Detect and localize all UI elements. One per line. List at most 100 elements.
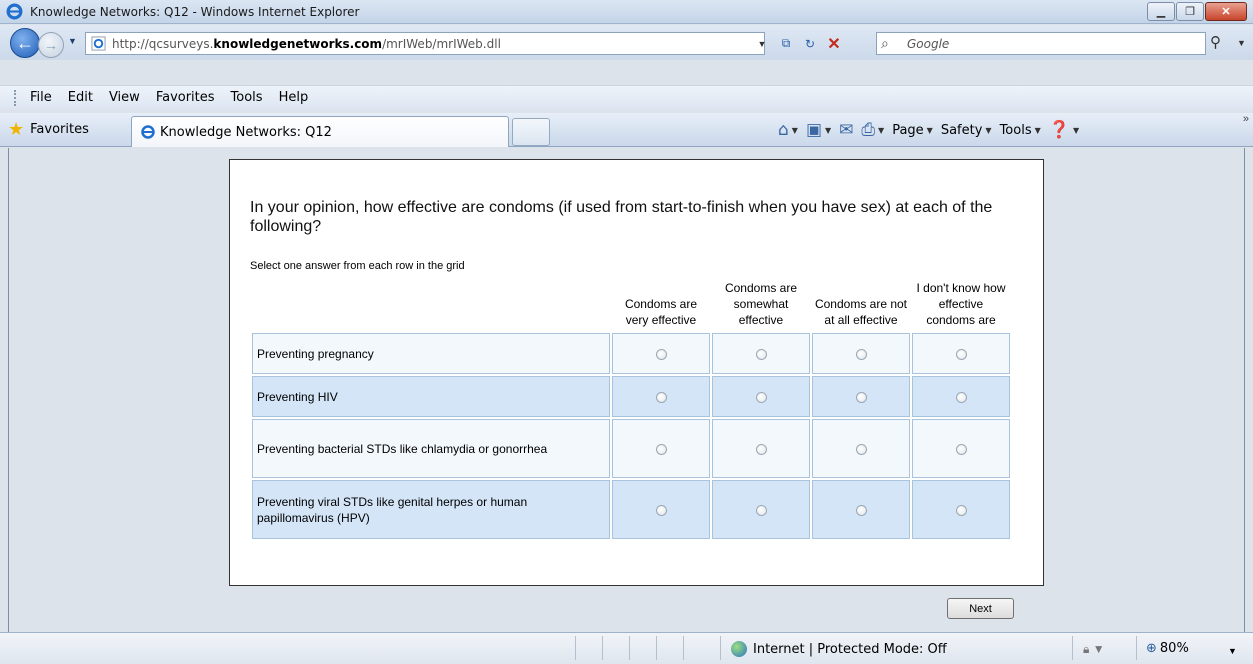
radio-button[interactable]	[855, 348, 867, 360]
radio-button[interactable]	[855, 504, 867, 516]
radio-button[interactable]	[655, 391, 667, 403]
search-placeholder: Google	[907, 37, 950, 51]
menu-tools[interactable]: Tools	[224, 88, 270, 107]
back-button[interactable]: ←	[10, 28, 40, 58]
safety-dropdown-icon: ▼	[985, 125, 992, 135]
window-controls: ▁ ❐ ✕	[1147, 2, 1247, 21]
zoom-control[interactable]: ⊕ 80%	[1146, 641, 1189, 656]
status-divider	[656, 636, 657, 660]
menu-favorites[interactable]: Favorites	[149, 88, 222, 107]
grid-row: Preventing bacterial STDs like chlamydia…	[252, 419, 1010, 478]
minimize-button[interactable]: ▁	[1147, 2, 1175, 21]
restore-button[interactable]: ❐	[1176, 2, 1204, 21]
grid-cell[interactable]	[712, 333, 810, 374]
forward-button[interactable]: →	[38, 32, 64, 58]
grid-cell[interactable]	[912, 419, 1010, 478]
read-mail-button[interactable]: ✉	[839, 120, 853, 140]
column-header: I don't know how effective condoms are	[916, 281, 1006, 327]
address-dropdown-icon[interactable]: ▼	[752, 34, 772, 54]
help-dropdown-icon: ▼	[1072, 125, 1080, 135]
recent-pages-dropdown[interactable]: ▼	[68, 36, 77, 46]
menu-help[interactable]: Help	[272, 88, 316, 107]
radio-button[interactable]	[855, 391, 867, 403]
zoom-dropdown-icon[interactable]: ▼	[1228, 646, 1237, 656]
status-divider	[575, 636, 576, 660]
radio-button[interactable]	[655, 348, 667, 360]
column-header: Condoms are very effective	[624, 297, 698, 327]
safety-menu[interactable]: Safety ▼	[941, 123, 992, 138]
grid-cell[interactable]	[612, 333, 710, 374]
minimize-icon: ▁	[1156, 6, 1166, 18]
radio-button[interactable]	[955, 348, 967, 360]
address-field[interactable]: http://qcsurveys.knowledgenetworks.com/m…	[85, 32, 765, 55]
grid-cell[interactable]	[612, 419, 710, 478]
new-tab-button[interactable]	[512, 118, 550, 146]
radio-button[interactable]	[855, 443, 867, 455]
radio-button[interactable]	[655, 443, 667, 455]
refresh-icon[interactable]: ↻	[800, 34, 820, 54]
zoom-magnifier-icon: ⊕	[1146, 641, 1157, 656]
grid-cell[interactable]	[712, 480, 810, 539]
next-button[interactable]: Next	[947, 598, 1014, 619]
question-text: In your opinion, how effective are condo…	[250, 199, 993, 235]
grid-cell[interactable]	[812, 419, 910, 478]
menu-view[interactable]: View	[102, 88, 147, 107]
survey-panel: In your opinion, how effective are condo…	[229, 159, 1044, 586]
tab-bar: ★ Favorites Knowledge Networks: Q12 ⌂ ▼ ▣…	[0, 113, 1253, 147]
radio-button[interactable]	[955, 443, 967, 455]
compatibility-view-icon[interactable]: ⧉	[776, 34, 796, 54]
search-field[interactable]: ⌕ Google	[876, 32, 1206, 55]
column-header: Condoms are somewhat effective	[724, 281, 798, 327]
grid-cell[interactable]	[712, 376, 810, 417]
page-menu[interactable]: Page ▼	[892, 123, 933, 138]
radio-button[interactable]	[755, 348, 767, 360]
stop-icon[interactable]: ✕	[824, 34, 844, 54]
close-icon: ✕	[1221, 6, 1231, 18]
security-zone[interactable]: Internet | Protected Mode: Off	[731, 641, 947, 657]
window-title: Knowledge Networks: Q12 - Windows Intern…	[30, 5, 360, 19]
radio-button[interactable]	[755, 443, 767, 455]
grid-cell[interactable]	[812, 480, 910, 539]
grid-cell[interactable]	[712, 419, 810, 478]
grid-cell[interactable]	[812, 376, 910, 417]
print-button[interactable]: ⎙ ▼	[861, 120, 884, 140]
protected-mode-icon[interactable]: 🔒︎ ▼	[1083, 642, 1105, 657]
home-button[interactable]: ⌂ ▼	[778, 120, 798, 140]
radio-button[interactable]	[955, 504, 967, 516]
grid-row: Preventing pregnancy	[252, 333, 1010, 374]
close-button[interactable]: ✕	[1205, 2, 1247, 21]
menu-file[interactable]: File	[23, 88, 59, 107]
radio-button[interactable]	[955, 391, 967, 403]
address-tools: ▼ ⧉ ↻ ✕	[752, 32, 844, 55]
favorites-button[interactable]: ★ Favorites	[8, 119, 89, 140]
toolbar-grip[interactable]	[14, 89, 17, 106]
menu-edit[interactable]: Edit	[61, 88, 100, 107]
zone-label: Internet | Protected Mode: Off	[753, 641, 947, 657]
search-options-dropdown[interactable]: ▼	[1237, 38, 1246, 48]
radio-button[interactable]	[755, 391, 767, 403]
grid-cell[interactable]	[912, 333, 1010, 374]
search-icon[interactable]: ⚲	[1210, 33, 1221, 51]
home-icon: ⌂	[778, 120, 789, 140]
grid-cell[interactable]	[812, 333, 910, 374]
favorites-label: Favorites	[30, 122, 89, 137]
forward-arrow-icon: →	[44, 37, 58, 53]
radio-button[interactable]	[655, 504, 667, 516]
grid-cell[interactable]	[912, 480, 1010, 539]
favorites-star-icon: ★	[8, 119, 25, 140]
status-bar: Internet | Protected Mode: Off 🔒︎ ▼ ⊕ 80…	[0, 632, 1253, 664]
help-button[interactable]: ❓ ▼	[1049, 120, 1079, 140]
radio-button[interactable]	[755, 504, 767, 516]
more-commands-chevron-icon[interactable]: »	[1243, 113, 1249, 125]
safety-menu-label: Safety	[940, 122, 983, 138]
tab-active[interactable]: Knowledge Networks: Q12	[131, 116, 509, 147]
feeds-button[interactable]: ▣ ▼	[806, 120, 831, 140]
status-divider	[720, 636, 721, 660]
grid-cell[interactable]	[612, 376, 710, 417]
row-label: Preventing bacterial STDs like chlamydia…	[252, 419, 610, 478]
grid-cell[interactable]	[912, 376, 1010, 417]
status-divider	[1136, 636, 1137, 660]
page-ie-icon	[91, 36, 106, 51]
tools-menu[interactable]: Tools ▼	[1000, 123, 1041, 138]
grid-cell[interactable]	[612, 480, 710, 539]
